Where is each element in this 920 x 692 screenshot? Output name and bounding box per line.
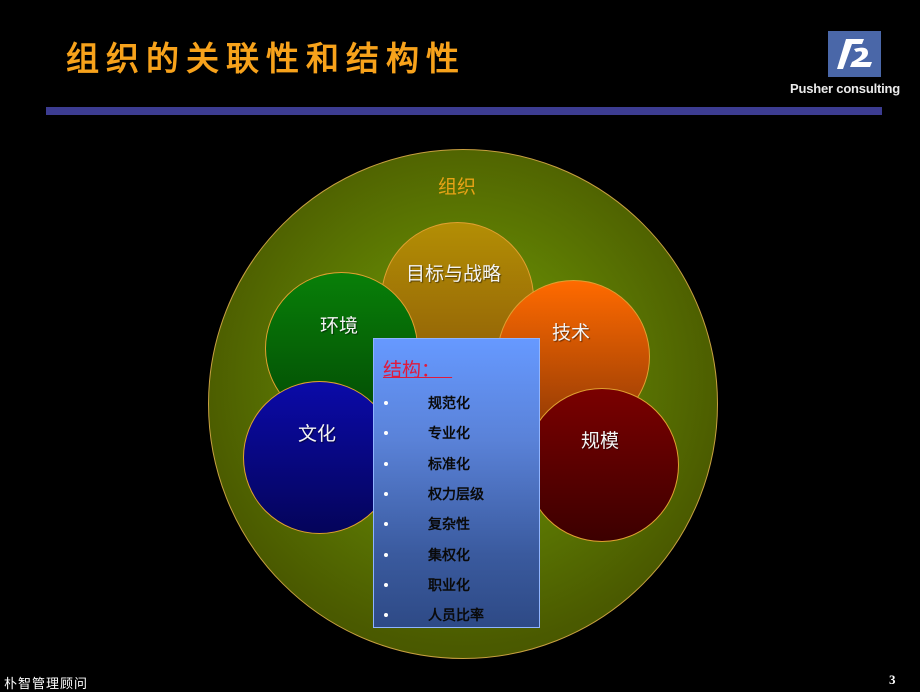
bullet-icon [384, 462, 388, 466]
bullet-icon [384, 492, 388, 496]
logo-text: Pusher consulting [790, 81, 901, 96]
structure-heading: 结构： [383, 359, 453, 381]
structure-item: 专业化 [374, 423, 539, 445]
goal-strategy-label: 目标与战略 [406, 263, 502, 285]
pusher-logo-icon [828, 31, 881, 77]
culture-label: 文化 [298, 423, 337, 445]
structure-item: 权力层级 [374, 484, 539, 506]
title-divider [46, 107, 882, 115]
bullet-icon [384, 613, 388, 617]
bullet-icon [384, 583, 388, 587]
scale-circle [525, 388, 679, 542]
structure-box: 结构： 规范化 专业化 标准化 权力层级 复杂性 集权化 职业化 人员比率 [373, 338, 540, 628]
structure-item: 集权化 [374, 545, 539, 567]
bullet-icon [384, 401, 388, 405]
structure-item: 人员比率 [374, 605, 539, 627]
environment-label: 环境 [320, 315, 359, 337]
page-number: 3 [889, 672, 896, 687]
slide-title: 组织的关联性和结构性 [66, 39, 466, 78]
technology-label: 技术 [552, 322, 591, 344]
scale-label: 规模 [581, 430, 620, 452]
footer-company: 朴智管理顾问 [4, 677, 89, 692]
bullet-icon [384, 553, 388, 557]
structure-item: 职业化 [374, 575, 539, 597]
bullet-icon [384, 431, 388, 435]
structure-item: 标准化 [374, 454, 539, 476]
structure-item: 复杂性 [374, 514, 539, 536]
organization-label: 组织 [438, 176, 477, 198]
structure-item: 规范化 [374, 393, 539, 415]
bullet-icon [384, 522, 388, 526]
